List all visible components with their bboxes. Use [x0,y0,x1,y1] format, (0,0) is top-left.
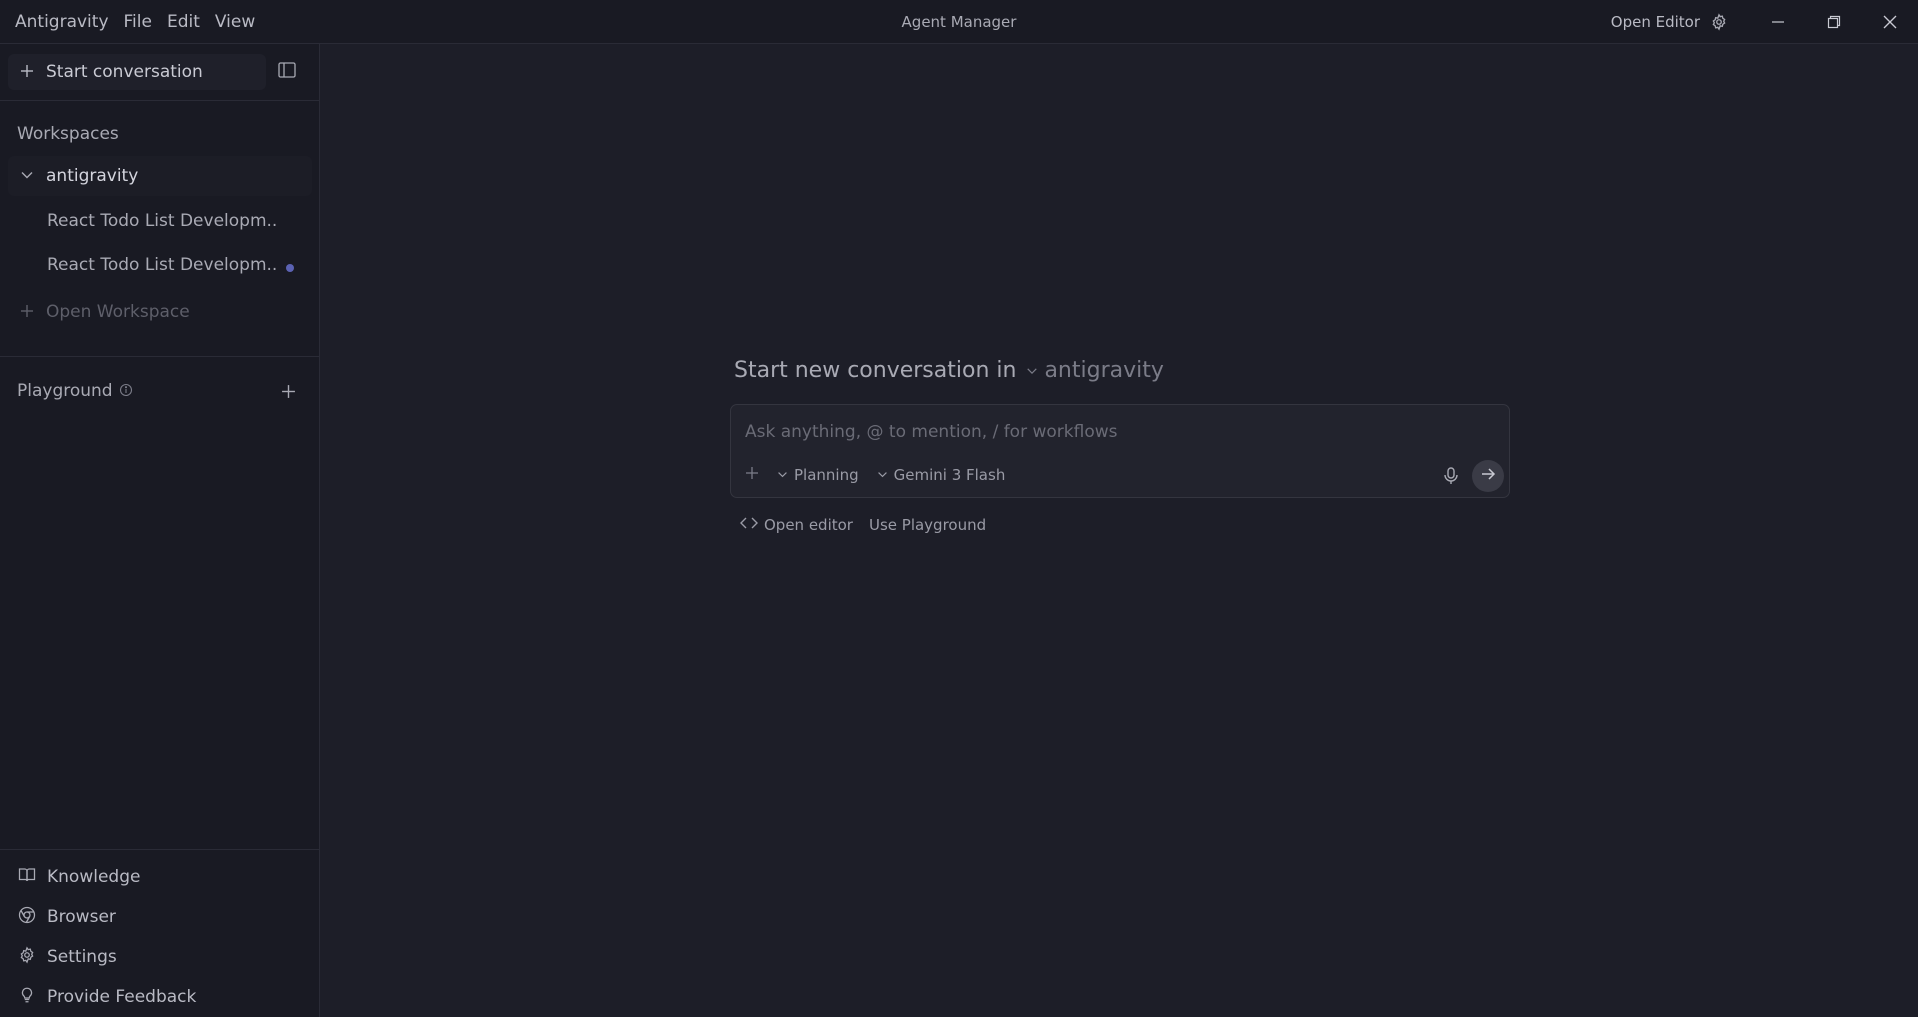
model-label: Gemini 3 Flash [893,465,1006,484]
send-button[interactable] [1472,460,1504,492]
chat-toolbar: Planning Gemini 3 Flash [745,465,1005,484]
chat-input[interactable] [745,419,1445,445]
lightbulb-icon [18,986,36,1008]
close-icon[interactable] [1862,0,1918,44]
open-editor-button[interactable]: Open Editor [1611,13,1700,31]
mode-label: Planning [794,465,859,484]
playground-section[interactable]: Playground [17,381,133,401]
open-editor-label: Open editor [764,516,853,534]
settings-button[interactable]: Settings [18,946,117,968]
menu-antigravity[interactable]: Antigravity [15,12,109,32]
gear-icon[interactable] [1710,13,1728,31]
start-conversation-button[interactable]: Start conversation [8,54,266,90]
mode-selector[interactable]: Planning [777,466,859,484]
open-workspace-button[interactable]: Open Workspace [20,302,190,322]
sidebar: Start conversation Workspaces antigravit… [0,44,320,1017]
chevron-down-icon [877,466,888,484]
title-bar: Antigravity File Edit View Agent Manager… [0,0,1918,44]
book-icon [18,866,36,888]
workspaces-label: Workspaces [17,124,119,144]
plus-icon [20,63,34,82]
menu-file[interactable]: File [124,12,152,32]
new-conversation-heading: Start new conversation in antigravity [734,358,1164,383]
restore-icon[interactable] [1806,0,1862,44]
menu-edit[interactable]: Edit [167,12,200,32]
plus-icon [20,303,34,322]
sidebar-toggle-icon[interactable] [278,62,296,82]
conversation-item[interactable]: React Todo List Developm... [47,255,277,275]
plus-icon[interactable] [745,465,759,484]
open-editor-link[interactable]: Open editor [740,516,853,534]
browser-label: Browser [47,907,116,927]
divider [0,849,320,850]
divider [0,356,320,357]
heading-text: Start new conversation in [734,358,1017,383]
chevron-down-icon [777,466,788,484]
quick-links: Open editor Use Playground [740,516,986,534]
provide-feedback-label: Provide Feedback [47,987,197,1007]
add-playground-icon[interactable] [281,384,296,403]
playground-label: Playground [17,381,113,401]
provide-feedback-button[interactable]: Provide Feedback [18,986,196,1008]
workspace-name: antigravity [46,166,139,186]
model-selector[interactable]: Gemini 3 Flash [877,465,1006,484]
chat-input-box: Planning Gemini 3 Flash [730,404,1510,498]
chevron-down-icon [20,167,34,186]
info-icon[interactable] [119,382,133,401]
workspace-selector[interactable]: antigravity [1044,358,1163,383]
minimize-icon[interactable] [1750,0,1806,44]
knowledge-label: Knowledge [47,867,141,887]
unread-indicator [286,264,294,272]
knowledge-button[interactable]: Knowledge [18,866,140,888]
menu-view[interactable]: View [215,12,255,32]
divider [0,100,320,101]
main-panel: Start new conversation in antigravity Pl… [321,44,1918,1017]
gear-icon [18,946,36,968]
start-conversation-label: Start conversation [46,62,203,82]
settings-label: Settings [47,947,117,967]
open-workspace-label: Open Workspace [46,302,190,322]
use-playground-link[interactable]: Use Playground [869,516,986,534]
menu-bar: Antigravity File Edit View [0,0,270,44]
arrow-right-icon [1480,466,1496,486]
code-icon [740,516,758,534]
conversation-item[interactable]: React Todo List Developm... [47,211,277,231]
workspace-item-antigravity[interactable]: antigravity [8,156,312,196]
browser-button[interactable]: Browser [18,906,116,928]
mic-icon[interactable] [1443,467,1459,489]
chrome-icon [18,906,36,928]
chevron-down-icon[interactable] [1026,358,1038,383]
